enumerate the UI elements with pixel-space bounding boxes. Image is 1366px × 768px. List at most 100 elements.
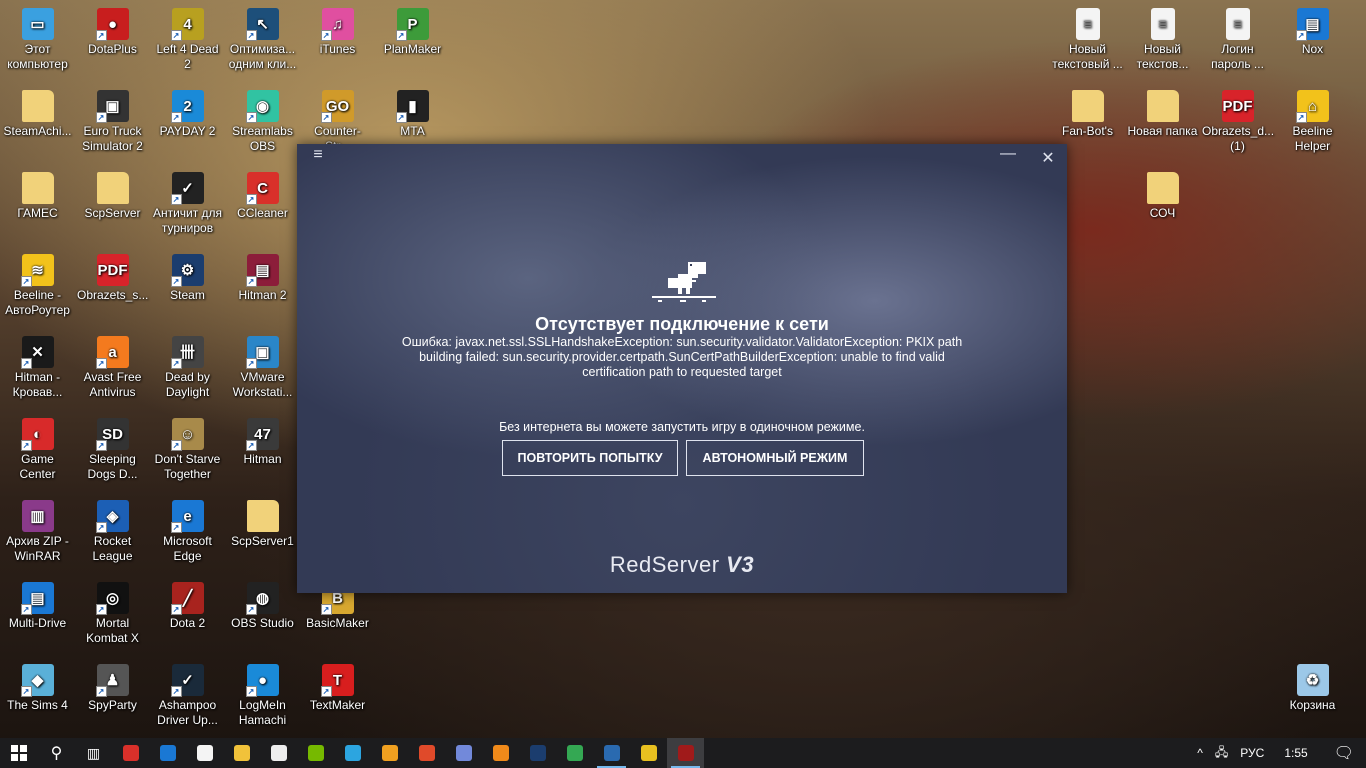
desktop-icon[interactable]: СОЧ <box>1125 164 1200 221</box>
app-icon <box>1146 90 1179 122</box>
firefox-icon <box>492 745 509 761</box>
clock[interactable]: 1:55 <box>1284 746 1307 760</box>
desktop-icon[interactable]: Fan-Bot's <box>1050 82 1125 139</box>
retry-button[interactable]: ПОВТОРИТЬ ПОПЫТКУ <box>502 440 678 476</box>
desktop-icon[interactable]: a ↗ Avast Free Antivirus <box>75 328 150 400</box>
desktop-icon[interactable]: ☺ ↗ Don't Starve Together <box>150 410 225 482</box>
taskbar-rubik[interactable] <box>408 738 445 768</box>
task-view-icon[interactable]: ▥ <box>75 738 112 768</box>
desktop-icon[interactable]: ◈ ↗ Rocket League <box>75 492 150 564</box>
app-icon: ⚙ ↗ <box>170 254 204 287</box>
desktop-icon-label: OBS Studio <box>231 616 294 630</box>
desktop-icon[interactable]: ▣ ↗ VMware Workstati... <box>225 328 300 400</box>
file-explorer-icon <box>233 745 250 761</box>
taskbar-ccleaner[interactable] <box>112 738 149 768</box>
taskbar-telegram[interactable] <box>334 738 371 768</box>
search-icon[interactable]: ⚲ <box>38 738 75 768</box>
desktop-icon[interactable]: ⌂ ↗ Beeline Helper <box>1275 82 1350 154</box>
redserver-dialog: ≡ — ✕ Отсутствует подключение к сети Оши… <box>297 144 1067 593</box>
desktop-icon-label: Nox <box>1301 42 1324 56</box>
minimize-icon[interactable]: — <box>997 145 1019 165</box>
desktop-icon[interactable]: ▤ ↗ Nox <box>1275 0 1350 57</box>
desktop-icon[interactable]: ГАМЕС <box>0 164 75 221</box>
desktop-icon[interactable]: PDF Obrazets_d... (1) <box>1200 82 1275 154</box>
taskbar-chrome[interactable] <box>556 738 593 768</box>
desktop-icon[interactable]: ⚙ ↗ Steam <box>150 246 225 303</box>
desktop-icon[interactable]: 47 ↗ Hitman <box>225 410 300 467</box>
taskbar-file-explorer[interactable] <box>223 738 260 768</box>
taskbar-game-center[interactable] <box>630 738 667 768</box>
hamburger-icon[interactable]: ≡ <box>307 146 329 166</box>
taskbar-redserver[interactable] <box>667 738 704 768</box>
taskbar-teamspeak[interactable] <box>593 738 630 768</box>
chevron-up-icon[interactable]: ^ <box>1197 746 1203 760</box>
desktop-icon[interactable]: ≡ Логин пароль ... <box>1200 0 1275 72</box>
desktop-icon[interactable]: C ↗ CCleaner <box>225 164 300 221</box>
start-button[interactable] <box>0 738 38 768</box>
desktop-icon[interactable]: ● ↗ LogMeIn Hamachi <box>225 656 300 728</box>
system-tray: ^ 🖧 РУС 1:55 🗨 <box>1197 738 1366 768</box>
desktop-icon[interactable]: ≡ Новый текстов... <box>1125 0 1200 72</box>
desktop-icon-label: Game Center <box>19 452 56 481</box>
desktop-icon[interactable]: ♟ ↗ SpyParty <box>75 656 150 713</box>
taskbar-edge[interactable] <box>149 738 186 768</box>
desktop-icon[interactable]: ♻ Корзина <box>1275 656 1350 713</box>
app-icon: ▣ ↗ <box>95 90 129 123</box>
desktop-icon[interactable]: ≋ ↗ Beeline - АвтоРоутер <box>0 246 75 318</box>
desktop-icon[interactable]: ◎ ↗ Mortal Kombat X <box>75 574 150 646</box>
desktop-icon-label: ГАМЕС <box>17 206 58 220</box>
taskbar-nvidia[interactable] <box>297 738 334 768</box>
desktop-icon[interactable]: e ↗ Microsoft Edge <box>150 492 225 564</box>
network-icon[interactable]: 🖧 <box>1215 743 1228 764</box>
app-icon: 卌 ↗ <box>170 336 204 369</box>
desktop-icon[interactable]: ◐ ↗ Game Center <box>0 410 75 482</box>
desktop-icon[interactable]: 卌 ↗ Dead by Daylight <box>150 328 225 400</box>
desktop-icon[interactable]: ♫ ↗ iTunes <box>300 0 375 57</box>
desktop-icon[interactable]: ▤ ↗ Multi-Drive <box>0 574 75 631</box>
desktop-icon[interactable]: ≡ Новый текстовый ... <box>1050 0 1125 72</box>
desktop-icon[interactable]: T ↗ TextMaker <box>300 656 375 713</box>
shortcut-arrow-icon: ↗ <box>95 686 107 697</box>
taskbar-store[interactable] <box>186 738 223 768</box>
desktop-icon[interactable]: Новая папка <box>1125 82 1200 139</box>
close-icon[interactable]: ✕ <box>1037 148 1059 168</box>
language-indicator[interactable]: РУС <box>1240 746 1264 760</box>
desktop-icon[interactable]: ◍ ↗ OBS Studio <box>225 574 300 631</box>
desktop-icon[interactable]: ▭ Этот компьютер <box>0 0 75 72</box>
desktop-icon[interactable]: P ↗ PlanMaker <box>375 0 450 57</box>
desktop-icon[interactable]: 2 ↗ PAYDAY 2 <box>150 82 225 139</box>
desktop-icon[interactable]: ◆ ↗ The Sims 4 <box>0 656 75 713</box>
taskbar-firefox[interactable] <box>482 738 519 768</box>
taskbar-steam[interactable] <box>519 738 556 768</box>
desktop-icon[interactable]: ✕ ↗ Hitman - Кровав... <box>0 328 75 400</box>
desktop-icon-label: Античит для турниров <box>152 206 223 235</box>
desktop-icon[interactable]: ▣ ↗ Euro Truck Simulator 2 <box>75 82 150 154</box>
desktop-icon[interactable]: ● ↗ DotaPlus <box>75 0 150 57</box>
desktop-icon[interactable]: ▤ ↗ Hitman 2 <box>225 246 300 303</box>
taskbar-media-player[interactable] <box>371 738 408 768</box>
desktop-icon[interactable]: ✓ ↗ Ashampoo Driver Up... <box>150 656 225 728</box>
desktop-icon-label: The Sims 4 <box>7 698 68 712</box>
desktop-icon[interactable]: 4 ↗ Left 4 Dead 2 <box>150 0 225 72</box>
shortcut-arrow-icon: ↗ <box>320 604 332 615</box>
desktop-icon[interactable]: ◉ ↗ Streamlabs OBS <box>225 82 300 154</box>
taskbar-mail[interactable] <box>260 738 297 768</box>
desktop-icon-label: TextMaker <box>309 698 366 712</box>
notifications-icon[interactable]: 🗨 <box>1334 743 1354 763</box>
desktop-icon[interactable]: ╱ ↗ Dota 2 <box>150 574 225 631</box>
desktop-icon[interactable]: SteamAchi... <box>0 82 75 139</box>
desktop-icon[interactable]: ScpServer1 <box>225 492 300 549</box>
app-icon: C ↗ <box>245 172 279 205</box>
desktop-icon-label: DotaPlus <box>88 42 137 56</box>
app-icon <box>1071 90 1104 122</box>
desktop-icon[interactable]: ✓ ↗ Античит для турниров <box>150 164 225 236</box>
desktop-icon[interactable]: ▥ Архив ZIP - WinRAR <box>0 492 75 564</box>
desktop-icon[interactable]: PDF Obrazets_s... <box>75 246 150 303</box>
offline-mode-button[interactable]: АВТОНОМНЫЙ РЕЖИМ <box>686 440 864 476</box>
taskbar-discord[interactable] <box>445 738 482 768</box>
desktop-icon[interactable]: SD ↗ Sleeping Dogs D... <box>75 410 150 482</box>
desktop-icon[interactable]: ScpServer <box>75 164 150 221</box>
desktop-icon[interactable]: ↖ ↗ Оптимиза... одним кли... <box>225 0 300 72</box>
desktop-icon[interactable]: ▮ ↗ MTA <box>375 82 450 139</box>
desktop-icon-label: Fan-Bot's <box>1062 124 1113 138</box>
